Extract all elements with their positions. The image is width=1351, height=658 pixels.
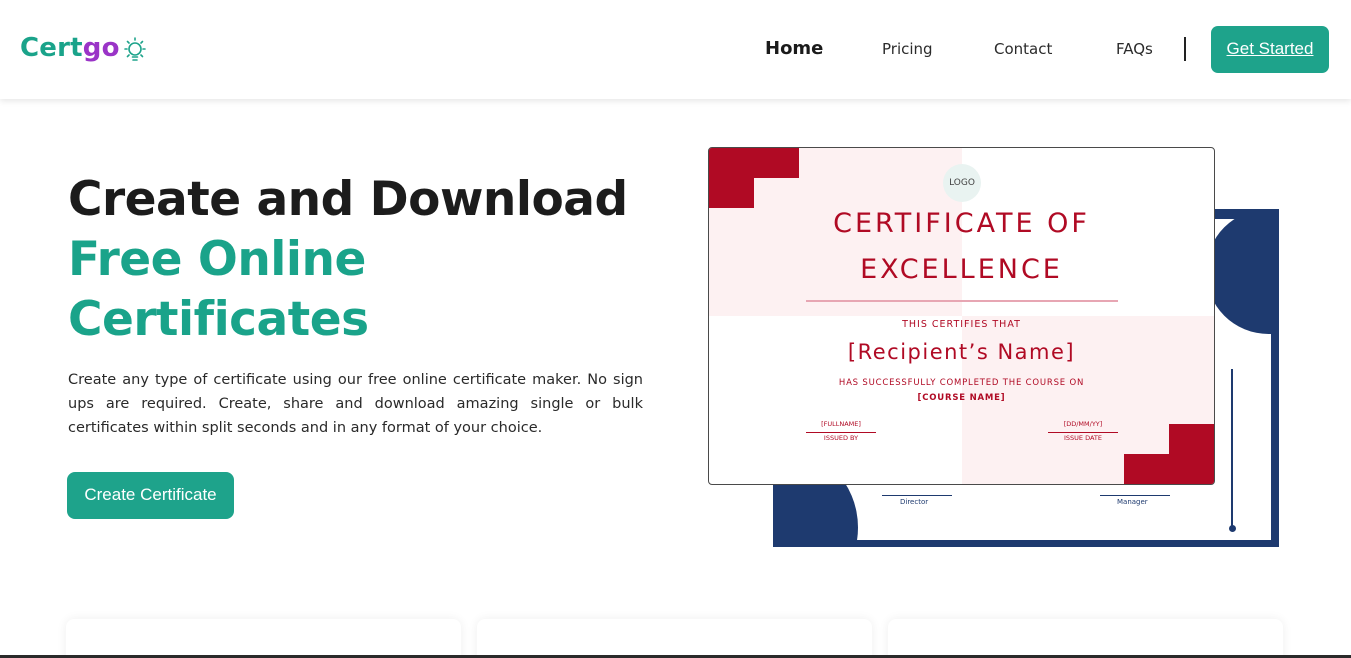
logo-text-go: go	[82, 33, 120, 63]
nav-contact[interactable]: Contact	[994, 40, 1052, 58]
director-label: Director	[900, 498, 929, 506]
certificate-divider	[806, 300, 1118, 302]
hero-title-line3: Certificates	[68, 292, 369, 347]
decor-corner	[709, 148, 754, 208]
certificate-date: [DD/MM/YY]	[1063, 420, 1103, 428]
decor-circle	[1206, 219, 1271, 334]
certificate-completed: HAS SUCCESSFULLY COMPLETED THE COURSE ON	[838, 378, 1085, 388]
hero-description: Create any type of certificate using our…	[68, 372, 643, 436]
signature-line	[882, 495, 952, 496]
certificate-recipient: [Recipient’s Name]	[847, 340, 1076, 364]
decor-line	[1231, 369, 1233, 529]
certificate-title-line2: EXCELLENCE	[860, 254, 1063, 285]
feature-card	[66, 619, 461, 658]
certificate-title-line1: CERTIFICATE OF	[833, 208, 1090, 239]
certificate-preview: LOGO CERTIFICATE OF EXCELLENCE THIS CERT…	[708, 147, 1215, 485]
signature-line	[1048, 432, 1118, 433]
certificate-issue-date: ISSUE DATE	[1063, 434, 1102, 442]
certificate-logo-placeholder: LOGO	[943, 164, 981, 202]
manager-label: Manager	[1117, 498, 1148, 506]
lightbulb-icon	[124, 37, 146, 61]
feature-card	[888, 619, 1283, 658]
nav-home[interactable]: Home	[765, 38, 823, 59]
certificate-course: [COURSE NAME]	[917, 393, 1006, 403]
decor-corner	[1169, 424, 1214, 484]
logo-text-cert: Cert	[20, 33, 83, 63]
create-certificate-button[interactable]: Create Certificate	[67, 472, 234, 519]
signature-line	[806, 432, 876, 433]
certificate-issued-by: ISSUED BY	[823, 434, 859, 442]
site-header: Certgo Home Pricing Contact FAQs Get Sta…	[0, 0, 1351, 99]
get-started-button[interactable]: Get Started	[1211, 26, 1329, 73]
hero-title-line1: Create and Download	[68, 172, 628, 227]
nav-faqs[interactable]: FAQs	[1116, 40, 1153, 58]
brand-logo[interactable]: Certgo	[20, 33, 120, 63]
nav-pricing[interactable]: Pricing	[882, 40, 933, 58]
certificate-certifies: THIS CERTIFIES THAT	[902, 319, 1021, 330]
decor-dot	[1229, 525, 1236, 532]
signature-line	[1100, 495, 1170, 496]
hero-title: Create and Download Free Online Certific…	[68, 170, 628, 350]
feature-card	[477, 619, 872, 658]
nav-divider	[1184, 37, 1186, 61]
certificate-fullname: [FULLNAME]	[821, 420, 861, 428]
hero-title-line2: Free Online	[68, 232, 366, 287]
